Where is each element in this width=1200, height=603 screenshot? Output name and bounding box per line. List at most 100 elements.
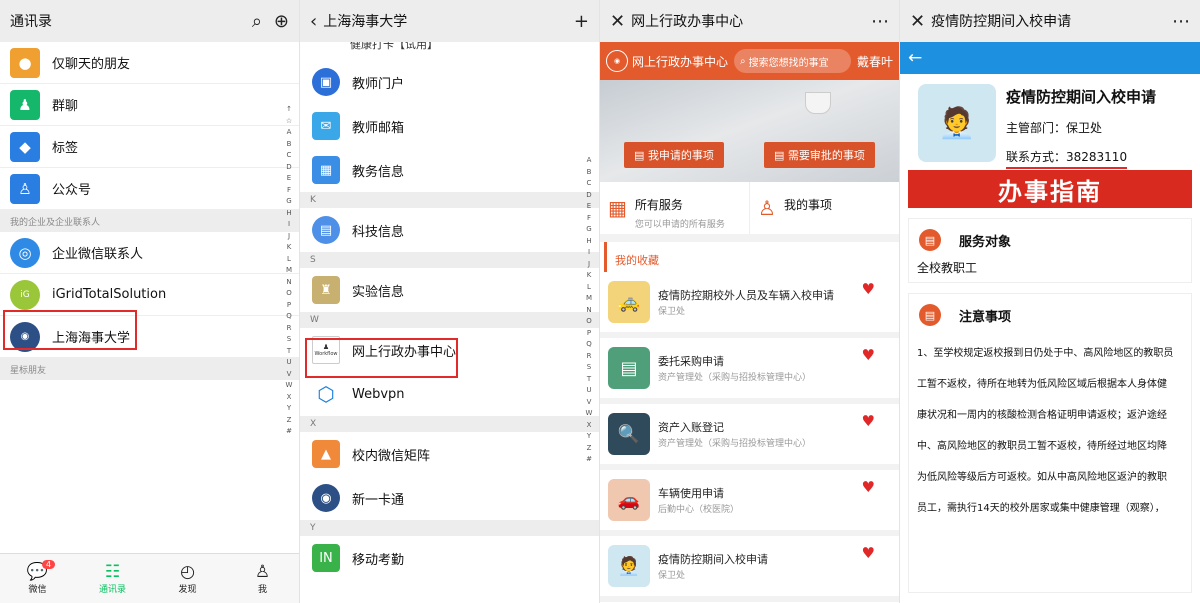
alpha-letter[interactable]: F bbox=[582, 213, 596, 225]
tab-discover[interactable]: ◴ 发现 bbox=[150, 554, 225, 603]
alpha-letter[interactable]: M bbox=[282, 265, 296, 277]
alpha-letter[interactable]: Y bbox=[282, 403, 296, 415]
alpha-letter[interactable]: # bbox=[282, 426, 296, 438]
alpha-letter[interactable]: Z bbox=[582, 443, 596, 455]
alpha-letter[interactable]: R bbox=[582, 351, 596, 363]
alpha-letter[interactable]: H bbox=[582, 236, 596, 248]
alpha-letter[interactable]: F bbox=[282, 185, 296, 197]
more-icon[interactable]: ⋯ bbox=[871, 11, 889, 32]
alpha-letter[interactable]: A bbox=[282, 127, 296, 139]
alpha-letter[interactable]: W bbox=[282, 380, 296, 392]
menu-item-webvpn[interactable]: ⬡ Webvpn bbox=[300, 372, 599, 416]
add-circle-icon[interactable]: ⊕ bbox=[274, 11, 289, 32]
alpha-letter[interactable]: U bbox=[282, 357, 296, 369]
plus-icon[interactable]: + bbox=[574, 11, 589, 32]
alpha-letter[interactable]: P bbox=[582, 328, 596, 340]
alpha-letter[interactable]: C bbox=[582, 178, 596, 190]
alpha-letter[interactable]: V bbox=[282, 369, 296, 381]
alpha-letter[interactable]: J bbox=[282, 231, 296, 243]
favorite-item[interactable]: ▤ 委托采购申请 资产管理处（采购与招投标管理中心） ♥ bbox=[600, 338, 899, 404]
my-items-button[interactable]: ♙ 我的事项 bbox=[749, 182, 899, 234]
back-arrow-icon[interactable]: ← bbox=[908, 48, 922, 68]
alpha-letter[interactable]: ☆ bbox=[282, 116, 296, 128]
alpha-letter[interactable]: S bbox=[282, 334, 296, 346]
alpha-letter[interactable]: E bbox=[582, 201, 596, 213]
alpha-letter[interactable]: ↑ bbox=[282, 104, 296, 116]
alpha-letter[interactable]: R bbox=[282, 323, 296, 335]
alpha-letter[interactable]: N bbox=[582, 305, 596, 317]
heart-icon[interactable]: ♥ bbox=[862, 544, 875, 562]
menu-item-card[interactable]: ◉ 新一卡通 bbox=[300, 476, 599, 520]
alpha-letter[interactable]: O bbox=[282, 288, 296, 300]
my-requests-button[interactable]: ▤ 我申请的事项 bbox=[624, 142, 724, 168]
alpha-letter[interactable]: J bbox=[582, 259, 596, 271]
tab-chats[interactable]: 💬 微信 4 bbox=[0, 554, 75, 603]
close-icon[interactable]: ✕ bbox=[910, 11, 925, 32]
alpha-letter[interactable]: P bbox=[282, 300, 296, 312]
favorite-item[interactable]: 🚕 疫情防控期校外人员及车辆入校申请 保卫处 ♥ bbox=[600, 272, 899, 338]
heart-icon[interactable]: ♥ bbox=[862, 280, 875, 298]
back-chevron-icon[interactable]: ‹ bbox=[310, 11, 317, 32]
menu-item-wechat-matrix[interactable]: ▲ 校内微信矩阵 bbox=[300, 432, 599, 476]
alpha-letter[interactable]: Q bbox=[282, 311, 296, 323]
alpha-letter[interactable]: Z bbox=[282, 415, 296, 427]
alpha-letter[interactable]: N bbox=[282, 277, 296, 289]
menu-item-teacher-portal[interactable]: ▣ 教师门户 bbox=[300, 60, 599, 104]
alpha-letter[interactable]: X bbox=[582, 420, 596, 432]
alpha-letter[interactable]: E bbox=[282, 173, 296, 185]
alpha-letter[interactable]: X bbox=[282, 392, 296, 404]
favorite-item[interactable]: 🚗 车辆使用申请 后勤中心（校医院） ♥ bbox=[600, 470, 899, 536]
alpha-letter[interactable]: S bbox=[582, 362, 596, 374]
alphabet-index[interactable]: A B C D E F G H I J K L M N O P Q R S T U V W X Y Z # bbox=[582, 155, 596, 466]
approvals-button[interactable]: ▤ 需要审批的事项 bbox=[764, 142, 875, 168]
alpha-letter[interactable]: K bbox=[282, 242, 296, 254]
alpha-letter[interactable]: I bbox=[282, 219, 296, 231]
heart-icon[interactable]: ♥ bbox=[862, 412, 875, 430]
alpha-letter[interactable]: G bbox=[282, 196, 296, 208]
alpha-letter[interactable]: G bbox=[582, 224, 596, 236]
alpha-letter[interactable]: # bbox=[582, 454, 596, 466]
alpha-letter[interactable]: W bbox=[582, 408, 596, 420]
alpha-letter[interactable]: Q bbox=[582, 339, 596, 351]
alpha-letter[interactable]: B bbox=[582, 167, 596, 179]
tab-contacts[interactable]: ☷ 通讯录 bbox=[75, 554, 150, 603]
alphabet-index[interactable]: ↑ ☆ A B C D E F G H I J K L M N O P Q R S T U V W X Y Z # bbox=[282, 104, 296, 438]
menu-item-tech[interactable]: ▤ 科技信息 bbox=[300, 208, 599, 252]
alpha-letter[interactable]: Y bbox=[582, 431, 596, 443]
heart-icon[interactable]: ♥ bbox=[862, 478, 875, 496]
favorite-item[interactable]: 🧑‍💼 疫情防控期间入校申请 保卫处 ♥ bbox=[600, 536, 899, 602]
contact-item-groups[interactable]: ♟ 群聊 bbox=[0, 84, 299, 126]
menu-item-lab[interactable]: ♜ 实验信息 bbox=[300, 268, 599, 312]
close-icon[interactable]: ✕ bbox=[610, 11, 625, 32]
alpha-letter[interactable]: O bbox=[582, 316, 596, 328]
alpha-letter[interactable]: T bbox=[582, 374, 596, 386]
search-icon[interactable]: ⌕ bbox=[252, 11, 262, 32]
alpha-letter[interactable]: C bbox=[282, 150, 296, 162]
favorite-item[interactable]: 🔍 资产入账登记 资产管理处（采购与招投标管理中心） ♥ bbox=[600, 404, 899, 470]
alpha-letter[interactable]: A bbox=[582, 155, 596, 167]
alpha-letter[interactable]: B bbox=[282, 139, 296, 151]
all-services-button[interactable]: ▦ 所有服务 您可以申请的所有服务 bbox=[600, 182, 749, 234]
alpha-letter[interactable]: K bbox=[582, 270, 596, 282]
alpha-letter[interactable]: U bbox=[582, 385, 596, 397]
contact-item-official[interactable]: ♙ 公众号 bbox=[0, 168, 299, 210]
alpha-letter[interactable]: L bbox=[582, 282, 596, 294]
alpha-letter[interactable]: V bbox=[582, 397, 596, 409]
more-icon[interactable]: ⋯ bbox=[1172, 11, 1190, 32]
alpha-letter[interactable]: M bbox=[582, 293, 596, 305]
contact-item-wecom[interactable]: ◎ 企业微信联系人 bbox=[0, 232, 299, 274]
tab-me[interactable]: ♙ 我 bbox=[225, 554, 299, 603]
alpha-letter[interactable]: T bbox=[282, 346, 296, 358]
contact-item-chat-only[interactable]: ● 仅聊天的朋友 bbox=[0, 42, 299, 84]
alpha-letter[interactable]: D bbox=[582, 190, 596, 202]
menu-item-academic[interactable]: ▦ 教务信息 bbox=[300, 148, 599, 192]
menu-item-teacher-mail[interactable]: ✉ 教师邮箱 bbox=[300, 104, 599, 148]
contact-item-tags[interactable]: ◆ 标签 bbox=[0, 126, 299, 168]
alpha-letter[interactable]: D bbox=[282, 162, 296, 174]
alpha-letter[interactable]: L bbox=[282, 254, 296, 266]
heart-icon[interactable]: ♥ bbox=[862, 346, 875, 364]
alpha-letter[interactable]: I bbox=[582, 247, 596, 259]
office-search-input[interactable]: ⌕ 搜索您想找的事宜 bbox=[734, 49, 851, 73]
alpha-letter[interactable]: H bbox=[282, 208, 296, 220]
menu-item-attendance[interactable]: IN 移动考勤 bbox=[300, 536, 599, 580]
